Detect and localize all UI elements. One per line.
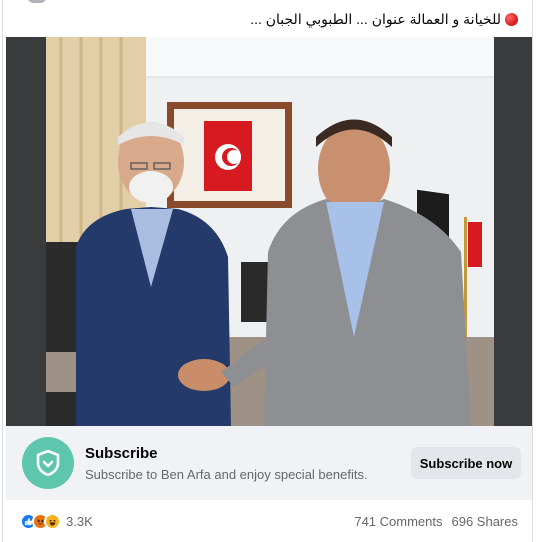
shield-badge-icon[interactable]	[22, 437, 74, 489]
photo-illustration	[6, 37, 532, 426]
shares-count-link[interactable]: 696 Shares	[452, 514, 519, 529]
page-avatar-partial[interactable]	[27, 0, 47, 3]
post-photo[interactable]	[6, 37, 532, 426]
red-circle-emoji-icon	[505, 13, 518, 26]
subscribe-now-button[interactable]: Subscribe now	[411, 447, 521, 479]
subscribe-description: Subscribe to Ben Arfa and enjoy special …	[85, 467, 368, 482]
haha-icon	[44, 512, 61, 530]
reactions-summary[interactable]: 3.3K	[20, 512, 93, 530]
facebook-post-card: للخيانة و العمالة عنوان ... الطبوبي الجب…	[2, 0, 533, 542]
reaction-count: 3.3K	[66, 513, 93, 529]
comments-count-link[interactable]: 741 Comments	[354, 514, 442, 529]
subscribe-banner: Subscribe Subscribe to Ben Arfa and enjo…	[6, 426, 532, 500]
post-stats: 741 Comments 696 Shares	[354, 514, 518, 529]
post-text: للخيانة و العمالة عنوان ... الطبوبي الجب…	[17, 9, 518, 29]
engagement-bar: 3.3K 741 Comments 696 Shares	[6, 500, 532, 542]
post-text-content: للخيانة و العمالة عنوان ... الطبوبي الجب…	[250, 11, 501, 27]
subscribe-title: Subscribe	[85, 445, 158, 462]
